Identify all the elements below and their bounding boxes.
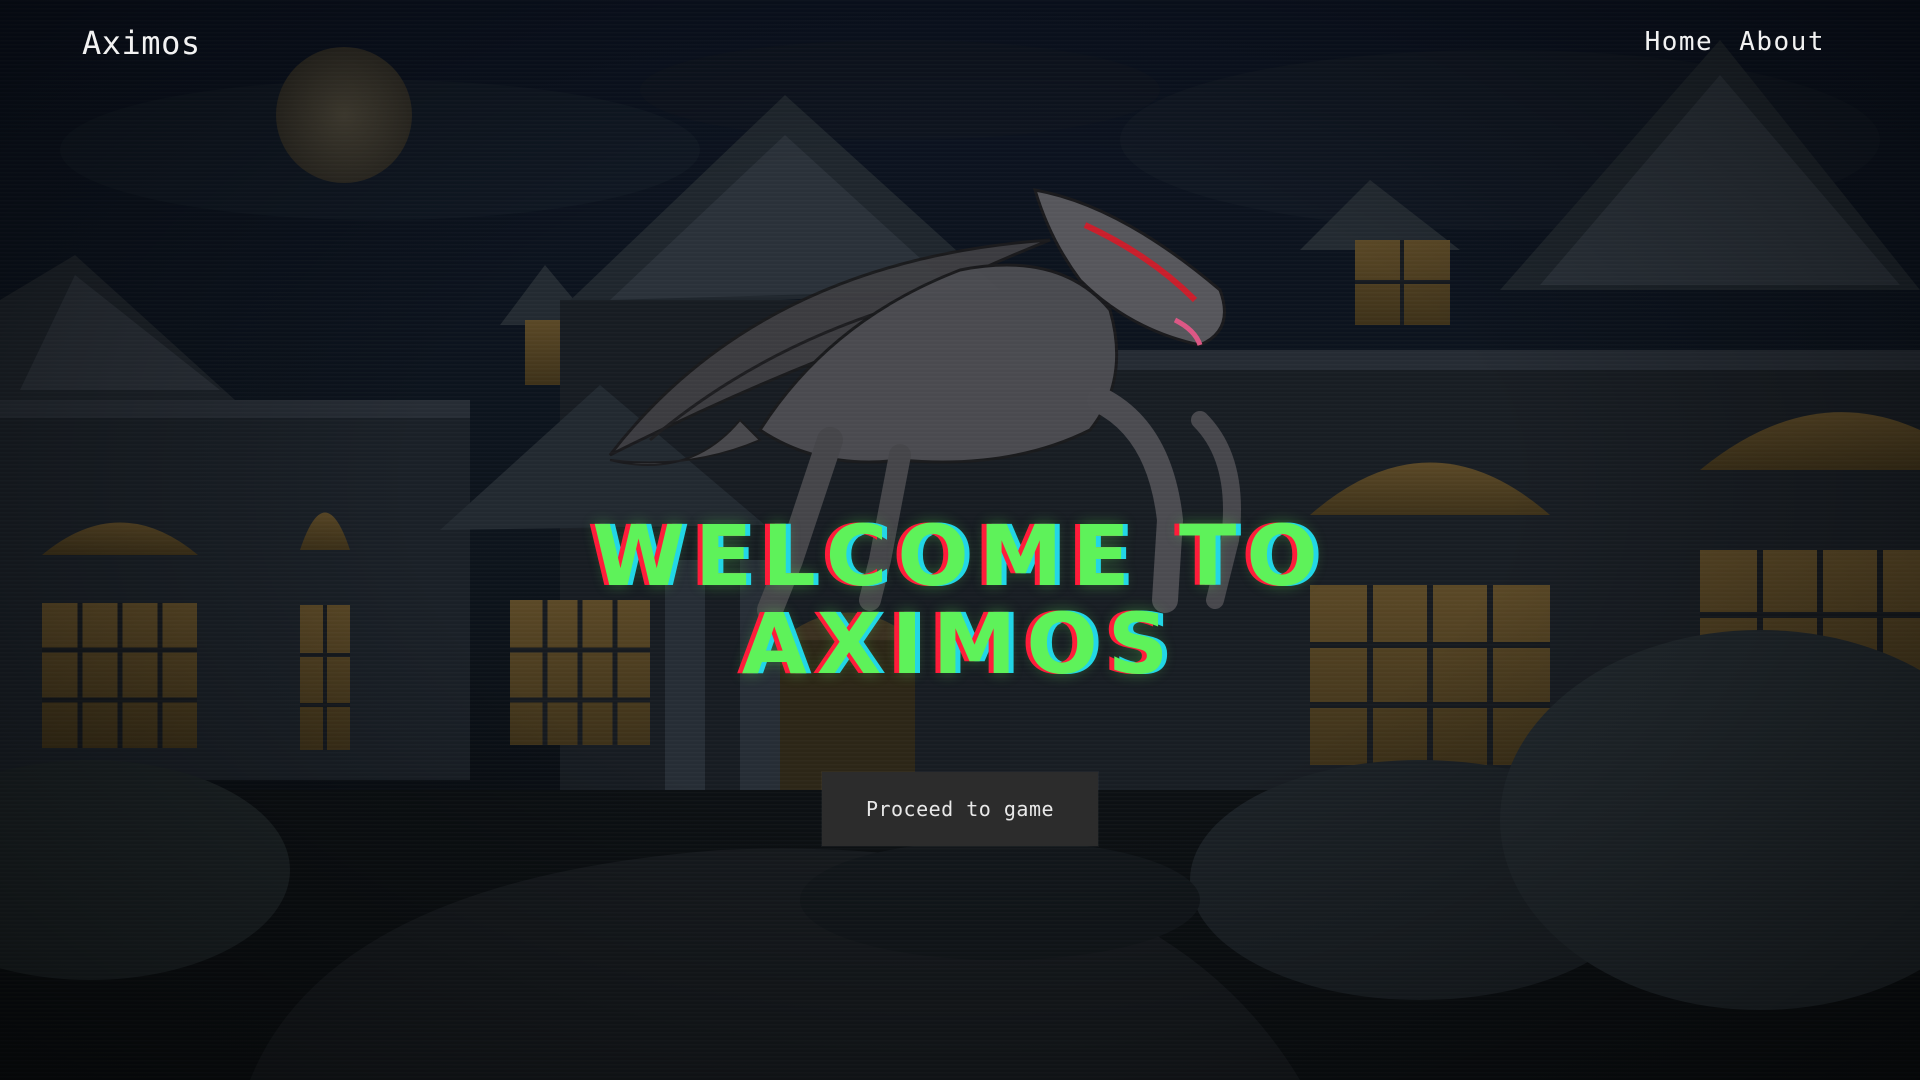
brand-logo-link[interactable]: Aximos [82,24,201,62]
nav-link-home[interactable]: Home [1645,27,1714,57]
nav-links: Home About [1645,27,1825,57]
nav-link-about[interactable]: About [1739,27,1825,57]
proceed-to-game-button[interactable]: Proceed to game [822,772,1098,846]
game-landing-page: Aximos Home About WELCOME TO AXIMOS Proc… [0,0,1920,1080]
hero-title-line-1: WELCOME TO [592,507,1328,605]
hero-title: WELCOME TO AXIMOS [0,512,1920,688]
hero-title-line-2: AXIMOS [741,595,1179,693]
top-navbar: Aximos Home About [0,0,1920,90]
